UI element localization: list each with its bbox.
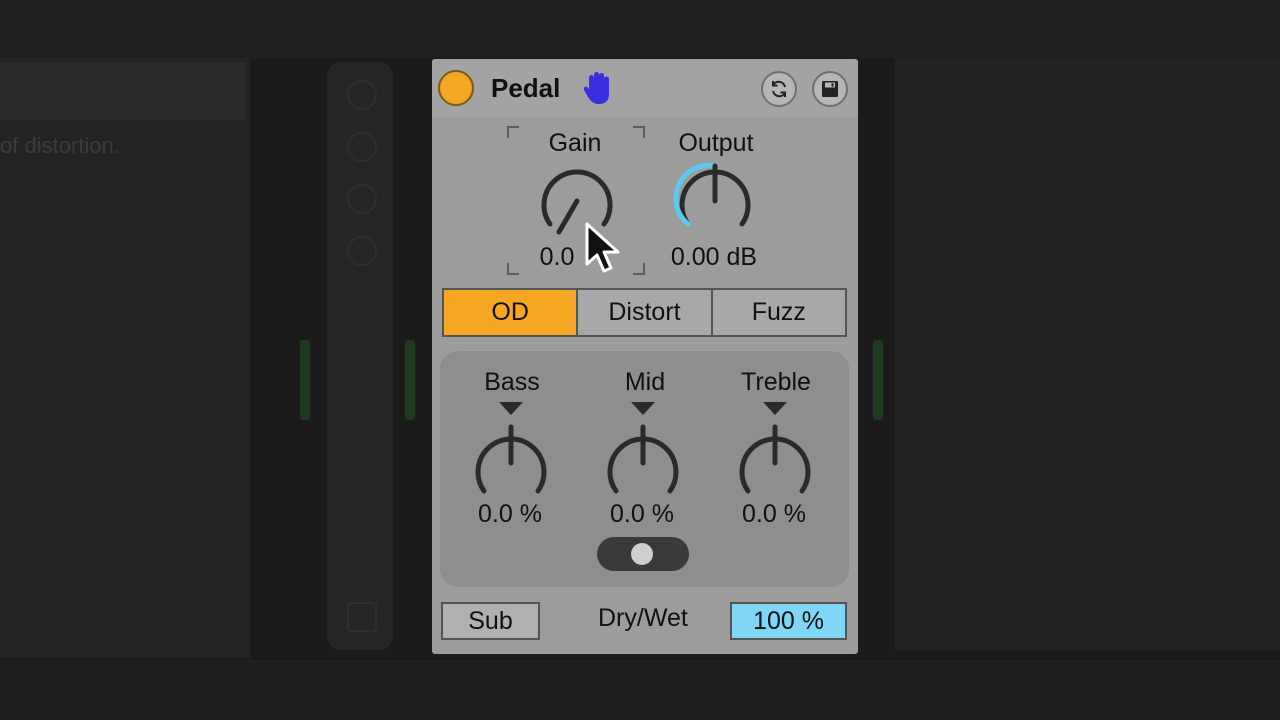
power-toggle-icon[interactable] — [438, 70, 474, 106]
gain-label: Gain — [548, 129, 602, 157]
background-right-panel — [895, 58, 1280, 650]
output-label: Output — [678, 129, 754, 157]
mid-knob[interactable] — [597, 399, 689, 499]
background-level-meter — [405, 340, 415, 420]
dry-wet-label: Dry/Wet — [598, 604, 688, 632]
eq-toggle-switch[interactable] — [597, 537, 689, 571]
selection-bracket — [633, 126, 645, 138]
mid-value: 0.0 % — [610, 500, 674, 528]
mouse-cursor-icon — [585, 222, 620, 273]
mode-distort-button[interactable]: Distort — [578, 290, 713, 335]
selection-bracket — [633, 263, 645, 275]
selection-bracket — [507, 126, 519, 138]
background-device-strip — [327, 62, 393, 650]
selection-bracket — [507, 263, 519, 275]
bass-label: Bass — [484, 368, 540, 396]
treble-knob[interactable] — [729, 399, 821, 499]
mode-od-button[interactable]: OD — [444, 290, 579, 335]
output-value: 0.00 dB — [670, 243, 758, 271]
mode-fuzz-button[interactable]: Fuzz — [713, 290, 845, 335]
mode-selector: OD Distort Fuzz — [442, 288, 847, 337]
hot-swap-icon[interactable] — [761, 71, 797, 107]
save-icon[interactable] — [812, 71, 848, 107]
background-level-meter — [300, 340, 310, 420]
background-level-meter — [873, 340, 883, 420]
sub-button[interactable]: Sub — [441, 602, 540, 640]
treble-value: 0.0 % — [742, 500, 806, 528]
toggle-handle — [631, 543, 653, 565]
mid-label: Mid — [624, 368, 666, 396]
treble-label: Treble — [741, 368, 811, 396]
pedal-device: Pedal Gain 0.0 Output 0.00 dB OD Distort… — [432, 59, 858, 654]
device-title: Pedal — [491, 73, 561, 103]
background-info-text: of distortion. — [0, 133, 120, 158]
background-left-header — [0, 62, 245, 120]
gain-value: 0.0 — [539, 243, 575, 271]
bass-value: 0.0 % — [478, 500, 542, 528]
bass-knob[interactable] — [465, 399, 557, 499]
output-knob[interactable] — [670, 159, 760, 239]
dry-wet-value-field[interactable]: 100 % — [730, 602, 847, 640]
background-bottom-bar — [0, 660, 1280, 720]
hand-icon — [583, 72, 609, 104]
background-top-bar — [0, 0, 1280, 58]
